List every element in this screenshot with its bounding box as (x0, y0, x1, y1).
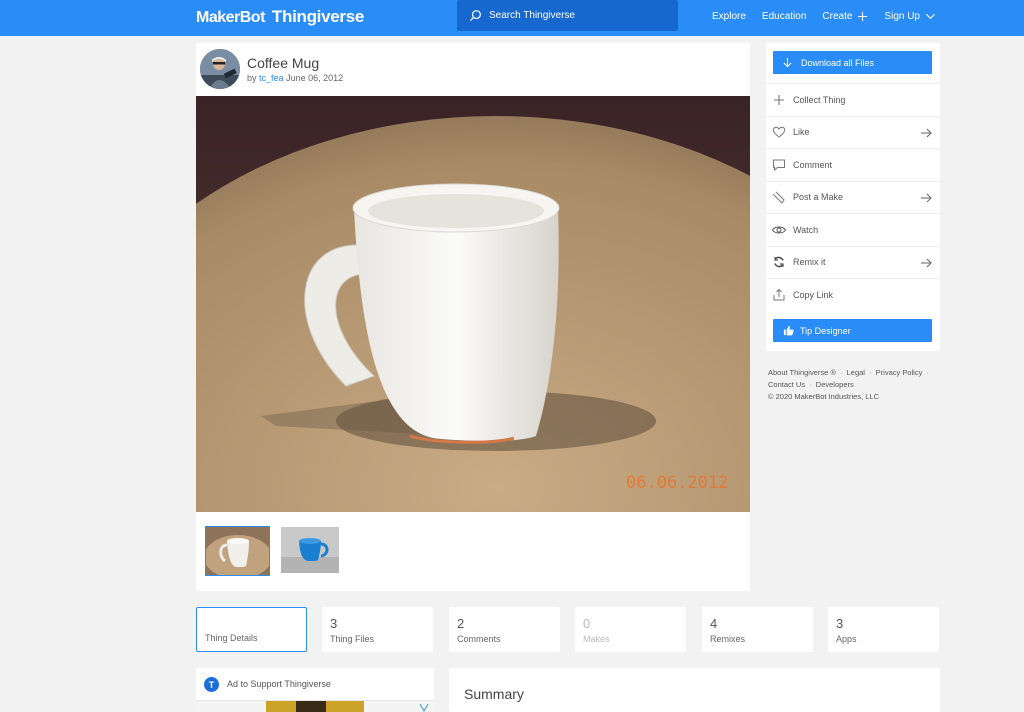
footer-links: About Thingiverse ® · Legal · Privacy Po… (768, 367, 940, 403)
arrow-right-icon (921, 193, 932, 202)
action-label: Like (793, 127, 810, 138)
action-label: Comment (793, 159, 833, 170)
tab-count: 2 (457, 616, 465, 631)
plus-icon (774, 94, 784, 105)
nav-explore[interactable]: Explore (712, 11, 746, 22)
chevron-down-icon (925, 13, 936, 20)
tab-thing-files[interactable]: 3 Thing Files (322, 607, 433, 652)
thing-main-image[interactable]: 06.06.2012 (196, 96, 750, 512)
thumbs-up-icon (783, 325, 794, 336)
footer-legal-link[interactable]: Legal (847, 368, 865, 377)
main-nav: Explore Education Create Sign Up (712, 0, 936, 33)
nav-create[interactable]: Create (822, 11, 868, 22)
action-comment[interactable]: Comment (766, 148, 940, 181)
action-label: Remix it (793, 257, 826, 268)
author-link[interactable]: tc_fea (259, 73, 284, 83)
download-all-files-label: Download all Files (801, 57, 875, 68)
action-remix-it[interactable]: Remix it (766, 245, 940, 279)
nav-explore-label: Explore (712, 11, 746, 22)
tab-comments[interactable]: 2 Comments (449, 607, 560, 652)
arrow-right-icon (921, 258, 932, 267)
thing-card: Coffee Mug by tc_fea June 06, 2012 06.06… (196, 43, 750, 591)
photo-date-stamp: 06.06.2012 (626, 473, 728, 493)
plus-icon (858, 11, 868, 22)
thingiverse-logo[interactable]: MakerBot Thingiverse (196, 7, 364, 27)
tab-label: Remixes (710, 634, 746, 644)
top-navigation-bar: MakerBot Thingiverse Explore Education C… (0, 0, 1024, 36)
actions-sidebar: Download all Files Collect Thing Like Co… (766, 43, 940, 351)
tip-designer-button[interactable]: Tip Designer (773, 319, 932, 342)
thumbnail-2[interactable] (281, 527, 344, 575)
search-bar[interactable] (457, 0, 678, 31)
tip-designer-label: Tip Designer (800, 325, 851, 336)
comment-icon (773, 159, 785, 171)
eye-icon (772, 226, 786, 234)
tab-label: Makes (583, 634, 610, 644)
download-arrow-icon (783, 57, 792, 67)
tab-apps[interactable]: 3 Apps (828, 607, 939, 652)
search-input[interactable] (489, 10, 669, 21)
action-collect-thing[interactable]: Collect Thing (766, 83, 940, 116)
footer-about-link[interactable]: About Thingiverse ® (768, 368, 836, 377)
nav-education-label: Education (761, 11, 807, 22)
nav-sign-up[interactable]: Sign Up (884, 11, 936, 22)
action-watch[interactable]: Watch (766, 213, 940, 246)
summary-card: Summary (449, 668, 940, 712)
tab-count: 4 (710, 616, 718, 631)
action-post-a-make[interactable]: Post a Make (766, 180, 940, 214)
footer-copyright: © 2020 MakerBot Industries, LLC (768, 392, 879, 401)
ad-banner[interactable] (196, 700, 434, 712)
thing-date: June 06, 2012 (286, 73, 344, 83)
thingiverse-badge-icon: T (204, 677, 219, 692)
tab-label: Comments (457, 634, 501, 644)
tab-count: 3 (836, 616, 844, 631)
logo-thingiverse-text: Thingiverse (271, 7, 365, 26)
thing-byline: by tc_fea June 06, 2012 (247, 73, 343, 83)
download-all-files-button[interactable]: Download all Files (773, 51, 932, 74)
nav-create-label: Create (822, 11, 853, 22)
tab-remixes[interactable]: 4 Remixes (702, 607, 813, 652)
author-avatar[interactable] (200, 49, 240, 89)
action-like[interactable]: Like (766, 115, 940, 149)
nav-sign-up-label: Sign Up (884, 11, 920, 22)
footer-developers-link[interactable]: Developers (816, 380, 854, 389)
remix-icon (774, 256, 784, 268)
tab-label: Apps (836, 634, 857, 644)
thumbnail-1[interactable] (205, 526, 270, 576)
ad-support-text: Ad to Support Thingiverse (227, 679, 331, 689)
make-icon (772, 191, 785, 205)
search-icon (469, 10, 481, 22)
footer-privacy-link[interactable]: Privacy Policy (876, 368, 923, 377)
action-list: Collect Thing Like Comment Post a Make W… (766, 83, 940, 311)
tab-thing-details[interactable]: Thing Details (196, 607, 307, 652)
nav-education[interactable]: Education (762, 11, 806, 22)
arrow-right-icon (921, 128, 932, 137)
tab-makes[interactable]: 0 Makes (575, 607, 686, 652)
thing-title: Coffee Mug (247, 55, 320, 71)
summary-title: Summary (464, 686, 524, 702)
footer-contact-link[interactable]: Contact Us (768, 380, 805, 389)
tab-label: Thing Files (330, 634, 375, 644)
action-copy-link[interactable]: Copy Link (766, 278, 940, 311)
tab-label: Thing Details (205, 633, 258, 643)
byline-prefix: by (247, 73, 257, 83)
tab-count: 0 (583, 616, 591, 631)
tab-count: 3 (330, 616, 338, 631)
logo-makerbot-text: MakerBot (196, 9, 265, 26)
ad-card: T Ad to Support Thingiverse (196, 668, 434, 712)
share-icon (773, 288, 785, 301)
action-label: Collect Thing (793, 94, 846, 105)
action-label: Copy Link (793, 289, 834, 300)
action-label: Watch (793, 224, 819, 235)
heart-icon (772, 127, 786, 138)
action-label: Post a Make (793, 192, 844, 203)
